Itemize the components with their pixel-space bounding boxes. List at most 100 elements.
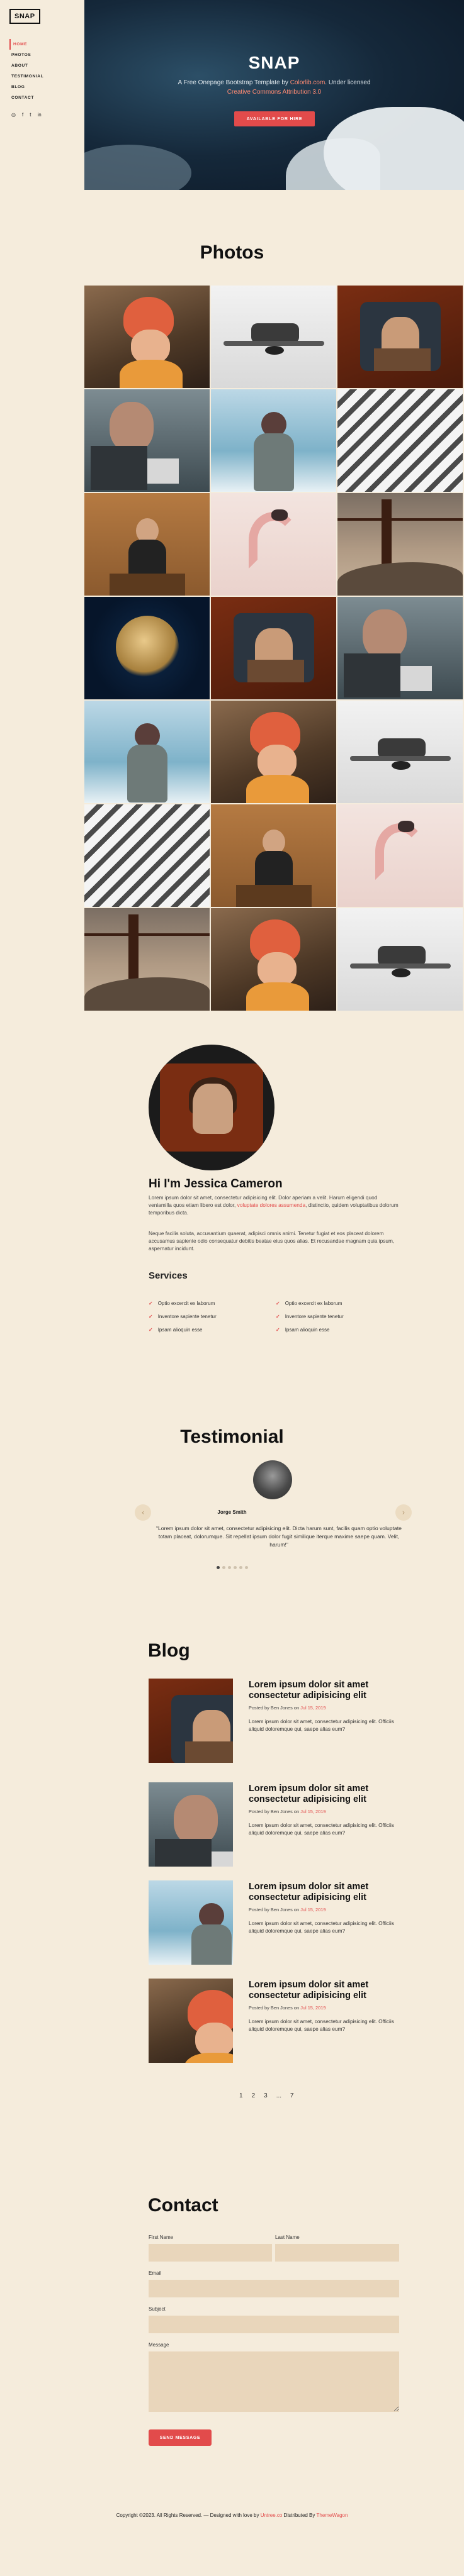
portrait-face <box>193 1084 233 1134</box>
services-list-left: ✓ Optio excercit ex laborum ✓ Inventore sa… <box>149 1297 217 1336</box>
post-excerpt: Lorem ipsum dolor sit amet, consectetur … <box>249 1718 394 1732</box>
photo-tile-building[interactable] <box>84 804 210 907</box>
photo-tile-drone[interactable] <box>337 701 463 803</box>
carousel-dot[interactable] <box>233 1566 237 1569</box>
blog-pagination: 1 2 3 ... 7 <box>239 2092 294 2099</box>
carousel-prev-button[interactable]: ‹ <box>135 1504 151 1521</box>
nav-item-photos[interactable]: PHOTOS <box>9 50 75 60</box>
photo-tile-woman[interactable] <box>211 701 336 803</box>
photo-shape <box>131 330 170 364</box>
post-thumbnail[interactable] <box>149 1679 233 1763</box>
post-excerpt: Lorem ipsum dolor sit amet, consectetur … <box>249 1920 394 1934</box>
photo-tile-bridge[interactable] <box>337 493 463 596</box>
twitter-icon[interactable]: t <box>30 112 31 118</box>
photo-tile-bridge[interactable] <box>84 908 210 1011</box>
post-title[interactable]: Lorem ipsum dolor sit amet consectetur a… <box>249 1882 400 1903</box>
license-link[interactable]: Creative Commons Attribution 3.0 <box>227 89 322 96</box>
instagram-icon[interactable]: ◎ <box>11 112 16 118</box>
themewagon-link[interactable]: ThemeWagon <box>316 2512 348 2518</box>
post-thumbnail[interactable] <box>149 1979 233 2063</box>
post-title[interactable]: Lorem ipsum dolor sit amet consectetur a… <box>249 1680 400 1701</box>
post-title[interactable]: Lorem ipsum dolor sit amet consectetur a… <box>249 1980 400 2001</box>
photo-shape <box>155 1839 212 1867</box>
carousel-dot[interactable] <box>244 1566 248 1569</box>
photo-shape <box>247 660 304 682</box>
service-item: ✓ Optio excercit ex laborum <box>149 1297 217 1310</box>
photo-tile-laptop[interactable] <box>84 389 210 492</box>
nav-item-about[interactable]: ABOUT <box>9 60 75 71</box>
photo-shape <box>392 761 410 770</box>
photo-tile-flamingo[interactable] <box>337 804 463 907</box>
email-field[interactable] <box>149 2280 399 2297</box>
post-meta: Posted by Ben Jones on Jul 15, 2019 <box>249 1809 325 1814</box>
post-date: Jul 15, 2019 <box>300 1705 326 1711</box>
photo-shape <box>116 616 179 679</box>
photo-tile-laptop[interactable] <box>337 597 463 699</box>
about-paragraph-2: Neque facilis soluta, accusantium quaera… <box>149 1230 395 1252</box>
photo-tile-drone[interactable] <box>211 286 336 388</box>
photo-shape <box>195 2023 233 2057</box>
post-thumbnail[interactable] <box>149 1880 233 1965</box>
carousel-dot[interactable] <box>227 1566 231 1569</box>
untree-link[interactable]: Untree.co <box>261 2512 283 2518</box>
page-link-last[interactable]: 7 <box>290 2092 294 2099</box>
post-thumbnail[interactable] <box>149 1782 233 1867</box>
post-date: Jul 15, 2019 <box>300 1907 326 1913</box>
subject-field[interactable] <box>149 2316 399 2333</box>
photo-shape <box>392 969 410 977</box>
message-field[interactable] <box>149 2351 399 2412</box>
photo-tile-window[interactable] <box>337 286 463 388</box>
post-meta: Posted by Ben Jones on Jul 15, 2019 <box>249 1907 325 1913</box>
carousel-dot[interactable] <box>222 1566 225 1569</box>
photo-tile-snow[interactable] <box>211 389 336 492</box>
page-link-2[interactable]: 2 <box>252 2092 256 2099</box>
about-link[interactable]: voluptate dolores assumenda <box>237 1202 305 1208</box>
photo-shape <box>271 509 288 521</box>
photo-tile-jelly[interactable] <box>84 597 210 699</box>
photo-tile-drone[interactable] <box>337 908 463 1011</box>
photo-shape <box>265 346 284 355</box>
send-message-button[interactable]: SEND MESSAGE <box>149 2429 212 2446</box>
post-title[interactable]: Lorem ipsum dolor sit amet consectetur a… <box>249 1784 400 1805</box>
carousel-dot[interactable] <box>216 1566 220 1569</box>
photo-shape <box>110 574 185 596</box>
photo-tile-window[interactable] <box>211 597 336 699</box>
hero-subtitle: A Free Onepage Bootstrap Template by Col… <box>84 78 464 97</box>
blog-post: Lorem ipsum dolor sit amet consectetur a… <box>149 1782 413 1867</box>
nav-item-testimonial[interactable]: TESTIMONIAL <box>9 71 75 82</box>
nav-item-blog[interactable]: BLOG <box>9 82 75 92</box>
photo-shape <box>257 745 297 779</box>
email-label: Email <box>149 2270 162 2276</box>
service-item: ✓ Inventore sapiente tenetur <box>276 1310 344 1323</box>
blog-post: Lorem ipsum dolor sit amet consectetur a… <box>149 1679 413 1763</box>
last-name-field[interactable] <box>275 2244 399 2262</box>
photo-shape <box>374 348 431 371</box>
photo-tile-podium[interactable] <box>211 804 336 907</box>
hire-button[interactable]: AVAILABLE FOR HIRE <box>234 111 315 126</box>
post-meta: Posted by Ben Jones on Jul 15, 2019 <box>249 1705 325 1711</box>
photo-tile-woman[interactable] <box>211 908 336 1011</box>
page-link-1[interactable]: 1 <box>239 2092 243 2099</box>
subject-label: Subject <box>149 2306 166 2312</box>
photo-tile-woman[interactable] <box>84 286 210 388</box>
photo-shape <box>120 360 183 388</box>
site-logo[interactable]: SNAP <box>9 9 40 24</box>
photo-tile-snow[interactable] <box>84 701 210 803</box>
colorlib-link[interactable]: Colorlib.com <box>290 79 325 86</box>
carousel-dot[interactable] <box>239 1566 242 1569</box>
page-link-3[interactable]: 3 <box>264 2092 268 2099</box>
photo-shape <box>236 885 312 907</box>
photo-tile-building[interactable] <box>337 389 463 492</box>
nav-item-home[interactable]: HOME <box>9 39 75 50</box>
photo-tile-podium[interactable] <box>84 493 210 596</box>
photo-tile-flamingo[interactable] <box>211 493 336 596</box>
linkedin-icon[interactable]: in <box>37 112 41 118</box>
carousel-next-button[interactable]: › <box>395 1504 412 1521</box>
facebook-icon[interactable]: f <box>22 112 23 118</box>
main-nav: HOME PHOTOS ABOUT TESTIMONIAL BLOG CONTA… <box>9 39 75 103</box>
photo-shape <box>110 402 154 452</box>
first-name-field[interactable] <box>149 2244 272 2262</box>
hero-foam <box>324 107 464 190</box>
about-paragraph-1: Lorem ipsum dolor sit amet, consectetur … <box>149 1194 400 1216</box>
nav-item-contact[interactable]: CONTACT <box>9 92 75 103</box>
